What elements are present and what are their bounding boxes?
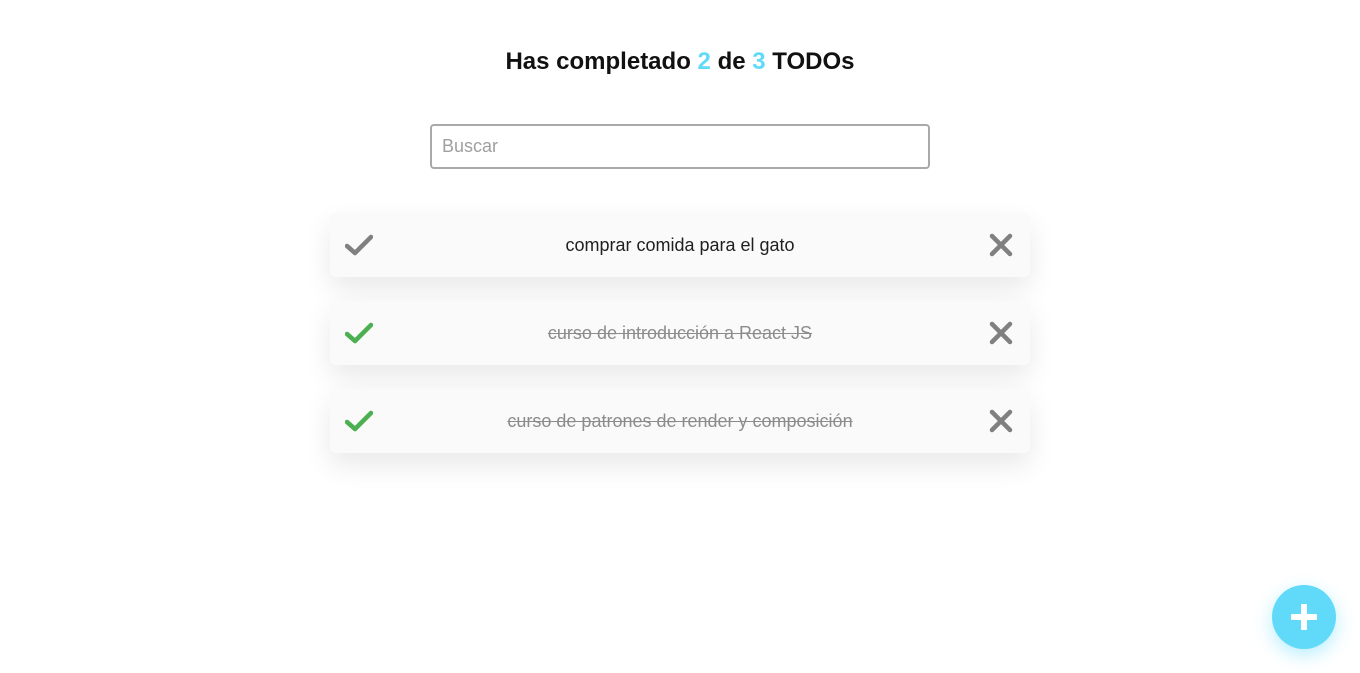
check-icon[interactable]: [345, 321, 373, 345]
close-icon[interactable]: [989, 409, 1013, 433]
todo-item: curso de patrones de render y composició…: [330, 389, 1030, 453]
check-icon[interactable]: [345, 233, 373, 257]
search-input[interactable]: [430, 124, 930, 169]
todo-item: curso de introducción a React JS: [330, 301, 1030, 365]
check-icon[interactable]: [345, 409, 373, 433]
plus-icon: [1291, 604, 1317, 630]
todo-text: curso de introducción a React JS: [547, 323, 813, 343]
todo-list: comprar comida para el gato curso de intr…: [330, 213, 1030, 477]
todo-text: curso de patrones de render y composició…: [507, 411, 853, 431]
close-icon[interactable]: [989, 233, 1013, 257]
close-icon[interactable]: [989, 321, 1013, 345]
completed-count: 2: [697, 48, 711, 75]
counter-suffix: TODOs: [772, 48, 855, 75]
todo-counter: Has completado 2 de 3 TODOs: [0, 47, 1360, 77]
counter-prefix: Has completado: [505, 48, 691, 75]
total-count: 3: [752, 48, 766, 75]
counter-middle: de: [717, 48, 746, 75]
todo-item: comprar comida para el gato: [330, 213, 1030, 277]
todo-app: Has completado 2 de 3 TODOs comprar comi…: [0, 0, 1360, 673]
create-todo-button[interactable]: [1272, 585, 1336, 649]
todo-text: comprar comida para el gato: [565, 235, 795, 255]
